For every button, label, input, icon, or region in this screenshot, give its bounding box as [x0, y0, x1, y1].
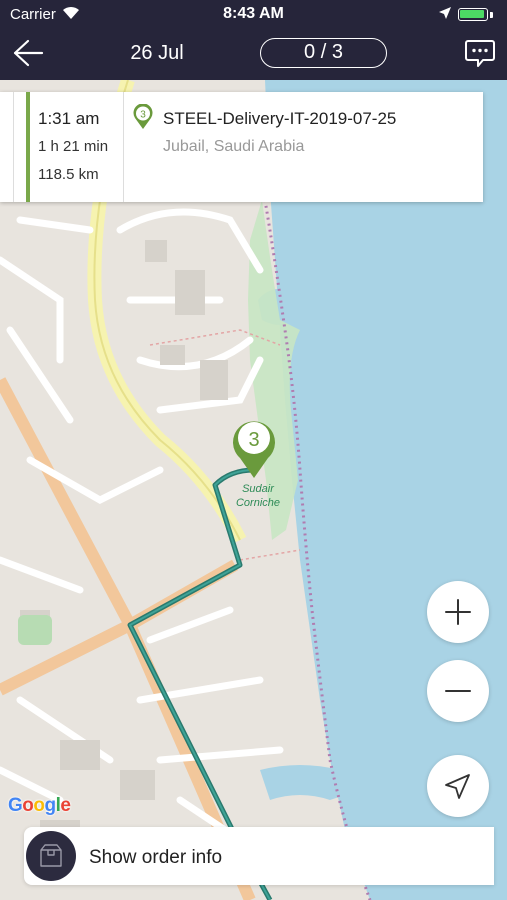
- minus-icon: [445, 690, 471, 692]
- plus-icon: [445, 599, 471, 625]
- trip-title: STEEL-Delivery-IT-2019-07-25: [163, 109, 397, 128]
- trip-accent-bar: [26, 92, 30, 202]
- zoom-out-button[interactable]: [427, 660, 489, 722]
- place-label-line2: Corniche: [236, 497, 280, 509]
- location-arrow-icon: [439, 7, 451, 19]
- trip-card[interactable]: 1:31 am 1 h 21 min 118.5 km 3 STEEL-Deli…: [0, 92, 483, 202]
- nav-bar: 26 Jul 0 / 3: [0, 28, 507, 80]
- stop-pin-icon: 3: [133, 104, 153, 129]
- show-order-info-label: Show order info: [89, 847, 223, 868]
- navigation-arrow-icon: [445, 774, 470, 799]
- status-bar: Carrier 8:43 AM: [0, 0, 507, 28]
- stop-counter[interactable]: 0 / 3: [260, 38, 387, 68]
- stop-marker-number: 3: [248, 429, 259, 451]
- box-icon: [26, 831, 76, 881]
- show-order-info-button[interactable]: Show order info: [24, 827, 494, 885]
- arrow-left-icon[interactable]: [12, 38, 44, 68]
- place-label-line1: Sudair: [242, 483, 275, 495]
- battery-icon: [458, 8, 488, 21]
- google-attribution[interactable]: Google: [8, 795, 71, 817]
- trip-duration: 1 h 21 min: [38, 138, 109, 155]
- my-location-button[interactable]: [427, 755, 489, 817]
- battery-tip: [490, 12, 493, 18]
- trip-eta: 1:31 am: [38, 109, 100, 128]
- trip-distance: 118.5 km: [38, 166, 99, 183]
- status-time: 8:43 AM: [223, 5, 284, 22]
- trip-location: Jubail, Saudi Arabia: [163, 138, 305, 155]
- chat-bubble-icon[interactable]: [464, 37, 496, 69]
- trip-stats: 1:31 am 1 h 21 min 118.5 km: [38, 92, 124, 202]
- nav-date[interactable]: 26 Jul: [108, 42, 206, 65]
- previous-card-stub[interactable]: [0, 92, 14, 202]
- zoom-in-button[interactable]: [427, 581, 489, 643]
- stop-pin-number: 3: [140, 110, 146, 121]
